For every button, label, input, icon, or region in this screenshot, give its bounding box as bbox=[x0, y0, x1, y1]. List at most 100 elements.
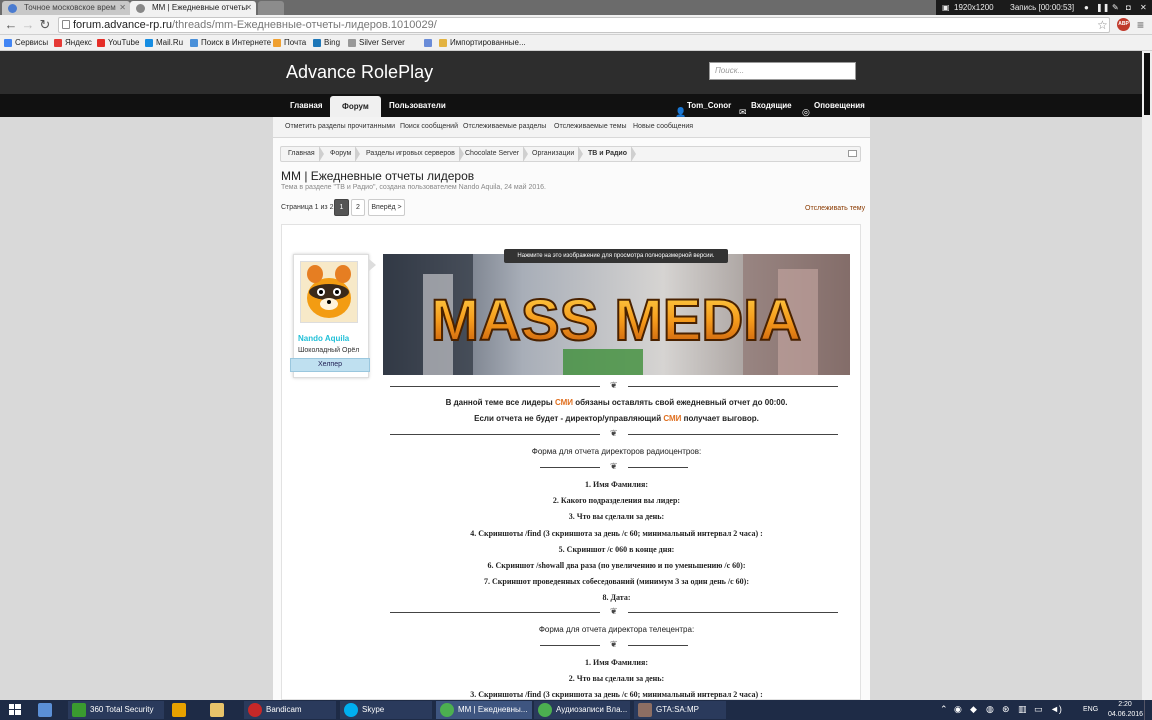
search-input[interactable]: Поиск... bbox=[709, 62, 856, 80]
forward-icon[interactable]: → bbox=[21, 17, 35, 32]
subnav-search-posts[interactable]: Поиск сообщений bbox=[400, 117, 458, 137]
url-path: /threads/mm-Ежедневные-отчеты-лидеров.10… bbox=[172, 19, 437, 31]
adblock-icon[interactable]: ABP bbox=[1117, 18, 1130, 31]
crumb-tv-radio[interactable]: ТВ и Радио bbox=[588, 146, 637, 162]
tray-app-icon: ◆ bbox=[970, 704, 977, 714]
inbox-link[interactable]: ✉ Входящие bbox=[739, 94, 792, 117]
page-icon bbox=[348, 39, 356, 47]
new-tab-button[interactable] bbox=[258, 1, 284, 15]
task-view-button[interactable] bbox=[34, 701, 58, 719]
page-info-icon[interactable] bbox=[62, 20, 70, 29]
chrome-icon bbox=[440, 703, 454, 717]
alerts-link[interactable]: ◎ Оповещения bbox=[802, 94, 865, 117]
close-icon[interactable]: ✕ bbox=[1140, 0, 1147, 15]
bookmark-imported-folder[interactable]: Импортированные... bbox=[439, 37, 526, 49]
tab-forum[interactable]: Форум bbox=[330, 96, 381, 117]
taskbar-chrome-audio[interactable]: Аудиозаписи Вла... bbox=[534, 701, 630, 719]
thread-meta: Тема в разделе "ТВ и Радио", создана пол… bbox=[281, 184, 547, 191]
section-divider: ❦ bbox=[390, 428, 838, 438]
recorder-status: Запись [00:00:53] bbox=[1010, 3, 1075, 12]
user-card-arrow bbox=[369, 259, 376, 271]
jump-menu-icon[interactable] bbox=[848, 150, 857, 157]
network-icon: ▥ bbox=[1018, 704, 1027, 714]
back-icon[interactable]: ← bbox=[4, 17, 18, 32]
bookmark-search[interactable]: Поиск в Интернете bbox=[190, 37, 271, 49]
ornament-icon: ❦ bbox=[610, 606, 618, 616]
camera-icon[interactable]: ◘ bbox=[1126, 0, 1131, 15]
address-bar[interactable]: forum.advance-rp.ru/threads/mm-Ежедневны… bbox=[58, 17, 1110, 33]
browser-tab-active[interactable]: MM | Ежедневные отчеты ✕ bbox=[130, 1, 256, 15]
intro-line-2: Если отчета не будет - директор/управляю… bbox=[474, 414, 759, 423]
taskbar-bandicam[interactable]: Bandicam bbox=[244, 701, 336, 719]
subnav-mark-read[interactable]: Отметить разделы прочитанными bbox=[285, 117, 395, 137]
input-language[interactable]: ENG bbox=[1083, 700, 1098, 720]
skype-icon bbox=[344, 703, 358, 717]
bookmark-silver-server[interactable]: Silver Server bbox=[348, 37, 405, 49]
bookmark-mailru[interactable]: Mail.Ru bbox=[145, 37, 183, 49]
bookmark-youtube[interactable]: YouTube bbox=[97, 37, 139, 49]
shield-icon bbox=[72, 703, 86, 717]
close-icon[interactable]: ✕ bbox=[245, 1, 252, 15]
crumb-server-sections[interactable]: Разделы игровых серверов bbox=[366, 146, 464, 162]
menu-icon[interactable]: ≡ bbox=[1137, 18, 1144, 32]
taskbar-skype[interactable]: Skype bbox=[340, 701, 432, 719]
page-scrollbar[interactable] bbox=[1142, 51, 1152, 700]
taskbar-explorer[interactable] bbox=[206, 701, 230, 719]
close-icon[interactable]: ✕ bbox=[119, 1, 126, 15]
site-logo[interactable]: Advance RolePlay bbox=[286, 62, 433, 83]
game-icon bbox=[172, 703, 186, 717]
crumb-chocolate-server[interactable]: Chocolate Server bbox=[465, 146, 529, 162]
taskbar-csgo[interactable] bbox=[168, 701, 192, 719]
bookmark-bing[interactable]: Bing bbox=[313, 37, 340, 49]
clock-time: 2:20 bbox=[1118, 701, 1132, 708]
record-icon[interactable]: ● bbox=[1084, 0, 1089, 15]
author-badge: Хелпер bbox=[290, 358, 370, 372]
scrollbar-thumb[interactable] bbox=[1144, 53, 1150, 115]
page-2-button[interactable]: 2 bbox=[351, 199, 365, 216]
task-view-icon bbox=[38, 703, 52, 717]
system-tray-icons[interactable]: ⌃ ◉ ◆ ◍ ⊛ ▥ ▭ ◄) bbox=[940, 700, 1070, 720]
browser-toolbar: ← → ↻ forum.advance-rp.ru/threads/mm-Еже… bbox=[0, 15, 1152, 35]
show-desktop-button[interactable] bbox=[1144, 700, 1152, 720]
clock[interactable]: 2:20 04.06.2016 bbox=[1108, 700, 1143, 720]
folder-icon bbox=[210, 703, 224, 717]
crumb-home[interactable]: Главная bbox=[288, 146, 324, 162]
avatar[interactable] bbox=[300, 261, 358, 323]
volume-icon: ◄) bbox=[1050, 704, 1062, 714]
bookmark-mail[interactable]: Почта bbox=[273, 37, 306, 49]
taskbar-360-security[interactable]: 360 Total Security bbox=[68, 701, 164, 719]
taskbar-chrome-forum[interactable]: MM | Ежедневны... bbox=[436, 701, 532, 719]
bookmark-star-icon[interactable]: ☆ bbox=[1097, 18, 1108, 32]
pause-icon[interactable]: ❚❚ bbox=[1096, 0, 1109, 15]
bookmark-services[interactable]: Сервисы bbox=[4, 37, 48, 49]
subnav-new-posts[interactable]: Новые сообщения bbox=[633, 117, 693, 137]
reload-icon[interactable]: ↻ bbox=[38, 17, 52, 32]
author-name[interactable]: Nando Aquila bbox=[298, 334, 349, 343]
subnav-watched-threads[interactable]: Отслеживаемые темы bbox=[554, 117, 627, 137]
record-icon bbox=[248, 703, 262, 717]
bookmark-yandex[interactable]: Яндекс bbox=[54, 37, 92, 49]
watch-thread-link[interactable]: Отслеживать тему bbox=[805, 205, 865, 212]
browser-tab[interactable]: Точное московское врем ✕ bbox=[2, 1, 130, 15]
site-header: Advance RolePlay Поиск... bbox=[0, 51, 1142, 94]
tab-home[interactable]: Главная bbox=[290, 94, 323, 117]
start-button[interactable] bbox=[0, 700, 30, 720]
crumb-forum[interactable]: Форум bbox=[330, 146, 361, 162]
extension-icon bbox=[424, 39, 432, 47]
mass-media-banner-image[interactable]: MASS MEDIA bbox=[383, 254, 850, 375]
crumb-organizations[interactable]: Организации bbox=[532, 146, 584, 162]
banner-text: MASS MEDIA bbox=[431, 288, 802, 353]
apps-icon bbox=[4, 39, 12, 47]
chrome-icon bbox=[538, 703, 552, 717]
battery-icon: ▭ bbox=[1034, 704, 1043, 714]
next-page-button[interactable]: Вперёд > bbox=[368, 199, 405, 216]
subnav-watched-forums[interactable]: Отслеживаемые разделы bbox=[463, 117, 546, 137]
author-title: Шоколадный Орёл bbox=[298, 347, 360, 354]
recorder-resolution: 1920x1200 bbox=[954, 3, 994, 12]
taskbar-gta-samp[interactable]: GTA:SA:MP bbox=[634, 701, 726, 719]
user-menu[interactable]: 👤 Tom_Conor bbox=[675, 94, 731, 117]
pencil-icon[interactable]: ✎ bbox=[1112, 0, 1119, 15]
section-divider: ❦ bbox=[390, 380, 838, 390]
tab-users[interactable]: Пользователи bbox=[389, 94, 446, 117]
page-1-button[interactable]: 1 bbox=[334, 199, 349, 216]
